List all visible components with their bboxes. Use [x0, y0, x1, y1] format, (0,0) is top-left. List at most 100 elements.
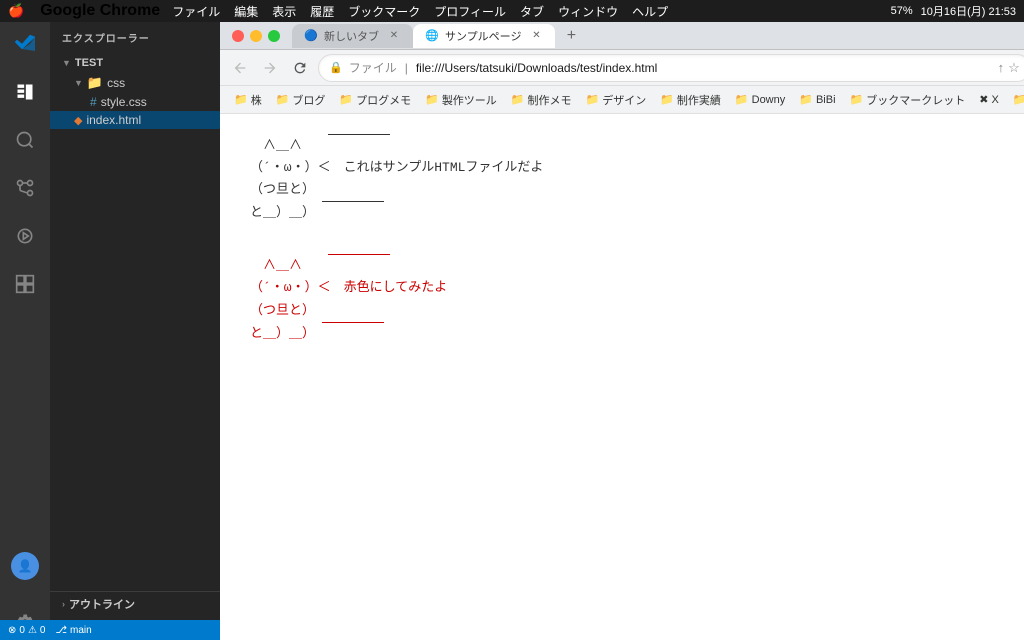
red-kaomoji-block: ∧＿∧ （´・ω・）＜ 赤色にしてみたよ （つ旦と） と＿）＿） [250, 254, 1024, 344]
bookmark-label: 制作実績 [677, 92, 721, 108]
tab-label: サンプルページ [445, 28, 521, 44]
share-icon[interactable]: ↑ [998, 60, 1005, 75]
new-tab-button[interactable]: + [559, 24, 583, 48]
warning-count: 0 [40, 625, 46, 636]
bookmark-tools[interactable]: 📁 製作ツール [419, 90, 503, 110]
bookmark-kabu[interactable]: 📁 株 [228, 90, 268, 110]
source-control-icon[interactable] [11, 174, 39, 202]
statusbar-errors[interactable]: ⊗ 0 ⚠ 0 [8, 625, 45, 636]
vscode-explorer: エクスプローラー ▼ TEST ▼ 📁 css # style.css ◆ in… [50, 22, 220, 640]
menu-bookmarks[interactable]: ブックマーク [348, 3, 420, 20]
explorer-header: エクスプローラー [50, 22, 220, 53]
bookmark-google[interactable]: 📁 Google [1007, 91, 1024, 108]
forward-button[interactable] [258, 56, 282, 80]
vscode-activity-bar: 👤 [0, 22, 50, 640]
style-css-file[interactable]: # style.css [50, 93, 220, 111]
chevron-right-icon: › [62, 599, 65, 609]
git-branch: main [70, 625, 92, 636]
bookmark-label: ブログ [292, 92, 325, 108]
project-name: TEST [75, 57, 103, 69]
folder-icon: 📁 [735, 93, 749, 106]
menu-help[interactable]: ヘルプ [632, 3, 668, 20]
bookmark-seisaku-memo[interactable]: 📁 制作メモ [505, 90, 578, 110]
reload-button[interactable] [288, 56, 312, 80]
menu-tab[interactable]: タブ [520, 3, 544, 20]
index-html-file[interactable]: ◆ index.html [50, 111, 220, 129]
html-icon: ◆ [74, 114, 82, 127]
minimize-button[interactable] [250, 30, 262, 42]
tab-close-button[interactable]: ✕ [529, 29, 543, 43]
bookmark-bookmarklet[interactable]: 📁 ブックマークレット [844, 90, 972, 110]
lock-icon: 🔒 [329, 61, 343, 74]
address-prefix: ファイル [349, 59, 397, 76]
folder-icon: 📁 [87, 75, 103, 91]
menu-profile[interactable]: プロフィール [434, 3, 506, 20]
kaomoji-line3-red: （つ旦と） [250, 300, 447, 323]
folder-name: css [107, 76, 125, 90]
bookmark-label: 製作ツール [442, 92, 497, 108]
kaomoji-line4-black: と＿）＿） [250, 202, 543, 224]
statusbar-git[interactable]: ⎇ main [55, 625, 91, 636]
address-separator: | [405, 61, 408, 75]
bookmark-blog[interactable]: 📁 ブログ [270, 90, 332, 110]
menu-history[interactable]: 履歴 [310, 3, 334, 20]
bookmark-x[interactable]: ✖ X [973, 91, 1005, 108]
menu-window[interactable]: ウィンドウ [558, 3, 618, 20]
search-icon[interactable] [11, 126, 39, 154]
kaomoji-line2-black: （´・ω・）＜ （´・ω・）＜ これはサンプルHTMLファイルだよこれはサンプル… [250, 157, 543, 179]
clock: 57% 10月16日(月) 21:53 [891, 3, 1016, 19]
bookmark-label: X [991, 94, 998, 106]
apple-menu[interactable]: 🍎 [8, 3, 24, 19]
bookmark-progmemo[interactable]: 📁 プログメモ [333, 90, 417, 110]
bookmark-bibi[interactable]: 📁 BiBi [793, 91, 841, 108]
menu-items: ファイル 編集 表示 履歴 ブックマーク プロフィール タブ ウィンドウ ヘルプ [172, 3, 668, 20]
address-text: file:///Users/tatsuki/Downloads/test/ind… [416, 61, 992, 75]
project-title[interactable]: ▼ TEST [50, 53, 220, 73]
folder-icon: 📁 [799, 93, 813, 106]
tab-close-button[interactable]: ✕ [387, 29, 401, 43]
tab-sample[interactable]: 🌐 サンプルページ ✕ [413, 24, 555, 48]
warning-icon: ⚠ [28, 625, 37, 636]
outline-section[interactable]: › アウトライン [50, 592, 220, 616]
menu-file[interactable]: ファイル [172, 3, 220, 20]
folder-icon: 📁 [276, 93, 290, 106]
user-avatar[interactable]: 👤 [11, 552, 39, 580]
back-button[interactable] [228, 56, 252, 80]
outline-label: アウトライン [69, 596, 135, 612]
error-count: 0 [19, 625, 25, 636]
address-bar[interactable]: 🔒 ファイル | file:///Users/tatsuki/Downloads… [318, 54, 1024, 82]
address-icons: ↑ ☆ [998, 60, 1020, 76]
folder-icon: 📁 [850, 93, 864, 106]
close-button[interactable] [232, 30, 244, 42]
bookmark-jisseki[interactable]: 📁 制作実績 [654, 90, 727, 110]
tab-favicon: 🌐 [425, 29, 439, 43]
debug-icon[interactable] [11, 222, 39, 250]
chevron-down-icon: ▼ [62, 58, 71, 68]
error-icon: ⊗ [8, 625, 16, 636]
explorer-icon[interactable] [11, 78, 39, 106]
bookmark-label: BiBi [816, 94, 836, 106]
tab-new[interactable]: 🔵 新しいタブ ✕ [292, 24, 413, 48]
chrome-content: ∧＿∧ （´・ω・）＜ （´・ω・）＜ これはサンプルHTMLファイルだよこれは… [220, 114, 1024, 640]
kaomoji-line2-red: （´・ω・）＜ 赤色にしてみたよ [250, 277, 447, 299]
folder-icon: 📁 [339, 93, 353, 106]
bookmark-star-icon[interactable]: ☆ [1008, 60, 1020, 76]
mac-menubar: 🍎 Google Chrome ファイル 編集 表示 履歴 ブックマーク プロフ… [0, 0, 1024, 22]
tab-label: 新しいタブ [324, 28, 379, 44]
chrome-tabs: 🔵 新しいタブ ✕ 🌐 サンプルページ ✕ + [292, 24, 1024, 48]
kaomoji-line3-black: （つ旦と） [250, 179, 543, 202]
folder-icon: 📁 [586, 93, 600, 106]
traffic-lights [232, 30, 280, 42]
menu-edit[interactable]: 編集 [234, 3, 258, 20]
kaomoji-line4-red: と＿）＿） [250, 323, 447, 345]
chevron-down-icon: ▼ [74, 78, 83, 88]
chrome-titlebar: 🔵 新しいタブ ✕ 🌐 サンプルページ ✕ + ⋮ [220, 22, 1024, 50]
chrome-browser: 🔵 新しいタブ ✕ 🌐 サンプルページ ✕ + ⋮ [220, 22, 1024, 640]
extensions-icon[interactable] [11, 270, 39, 298]
maximize-button[interactable] [268, 30, 280, 42]
bookmark-downy[interactable]: 📁 Downy [729, 91, 791, 108]
vscode-statusbar: ⊗ 0 ⚠ 0 ⎇ main [0, 620, 220, 640]
menu-view[interactable]: 表示 [272, 3, 296, 20]
css-folder[interactable]: ▼ 📁 css [50, 73, 220, 93]
bookmark-design[interactable]: 📁 デザイン [580, 90, 653, 110]
